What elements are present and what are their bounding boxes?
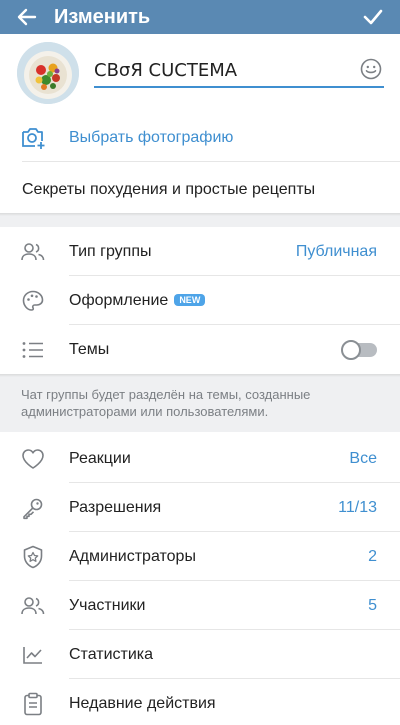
description-field[interactable]: Секреты похудения и простые рецепты — [0, 163, 400, 213]
members-value: 5 — [368, 596, 377, 614]
statistics-label: Статистика — [69, 645, 154, 663]
reactions-label: Реакции — [69, 449, 131, 467]
divider — [22, 161, 400, 162]
smiley-icon — [360, 58, 382, 80]
emoji-button[interactable] — [358, 56, 384, 82]
administrators-row[interactable]: Администраторы 2 — [0, 532, 400, 581]
recent-actions-label: Недавние действия — [69, 694, 216, 712]
palette-icon — [20, 288, 46, 314]
avatar-image — [17, 42, 79, 104]
members-label: Участники — [69, 596, 146, 614]
administrators-label: Администраторы — [69, 547, 196, 565]
group-type-label: Тип группы — [69, 242, 152, 260]
statistics-row[interactable]: Статистика — [0, 630, 400, 679]
topics-row[interactable]: Темы — [0, 325, 400, 374]
section-divider — [0, 213, 400, 227]
page-title: Изменить — [54, 5, 151, 28]
back-button[interactable] — [0, 0, 54, 34]
people-icon — [20, 593, 46, 619]
group-type-value: Публичная — [295, 242, 377, 260]
shield-star-icon — [20, 544, 46, 570]
appearance-label-text: Оформление — [69, 291, 169, 309]
group-name-input[interactable] — [94, 54, 384, 88]
topics-note: Чат группы будет разделён на темы, созда… — [0, 374, 400, 432]
chart-icon — [20, 642, 46, 668]
permissions-label: Разрешения — [69, 498, 162, 516]
appearance-row[interactable]: Оформление NEW — [0, 276, 400, 325]
recent-actions-row[interactable]: Недавние действия — [0, 679, 400, 725]
save-button[interactable] — [346, 0, 400, 34]
checkmark-icon — [363, 9, 383, 25]
permissions-value: 11/13 — [338, 498, 377, 516]
profile-section — [0, 34, 400, 120]
group-avatar[interactable] — [17, 42, 79, 104]
topics-label: Темы — [69, 340, 110, 358]
members-row[interactable]: Участники 5 — [0, 581, 400, 630]
choose-photo-row[interactable]: Выбрать фотографию — [0, 113, 400, 162]
topics-note-text: Чат группы будет разделён на темы, созда… — [21, 387, 311, 419]
new-badge: NEW — [174, 293, 206, 306]
heart-icon — [20, 446, 46, 472]
arrow-left-icon — [17, 8, 37, 26]
permissions-row[interactable]: Разрешения 11/13 — [0, 483, 400, 532]
people-icon — [20, 239, 46, 265]
group-type-row[interactable]: Тип группы Публичная — [0, 227, 400, 276]
topics-toggle[interactable] — [341, 340, 377, 360]
toggle-knob — [341, 340, 361, 360]
description-text: Секреты похудения и простые рецепты — [22, 181, 316, 198]
clipboard-icon — [20, 691, 46, 717]
key-icon — [20, 495, 46, 521]
reactions-row[interactable]: Реакции Все — [0, 434, 400, 483]
app-header: Изменить — [0, 0, 400, 34]
list-icon — [20, 337, 46, 363]
administrators-value: 2 — [368, 547, 377, 565]
choose-photo-label: Выбрать фотографию — [69, 128, 234, 146]
appearance-label: Оформление NEW — [69, 291, 206, 310]
reactions-value: Все — [349, 449, 377, 467]
camera-add-icon — [20, 125, 46, 151]
